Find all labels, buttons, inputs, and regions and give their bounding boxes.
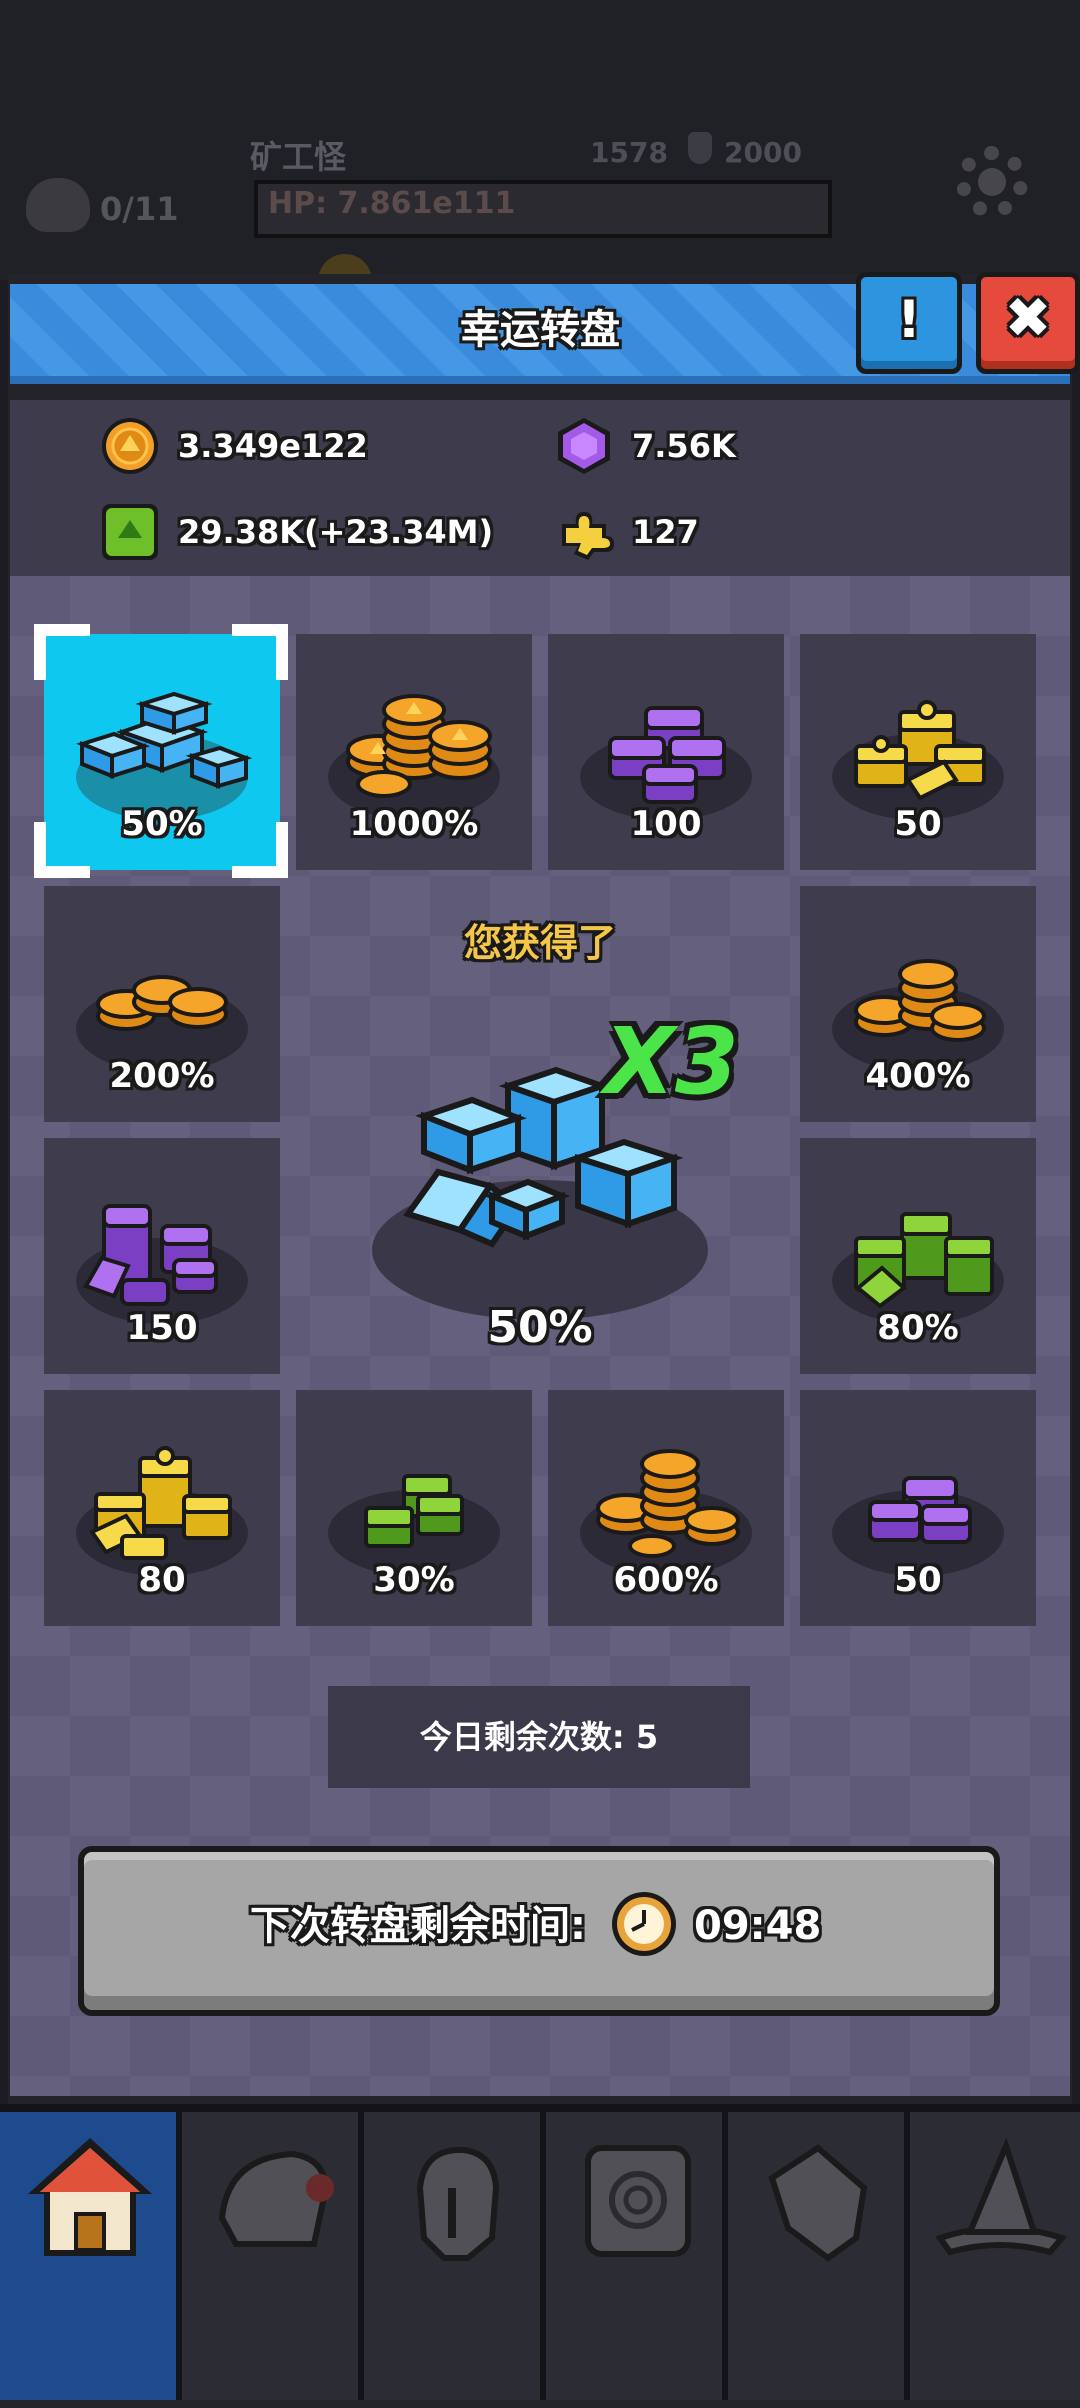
- scroll-icon: [585, 2145, 691, 2257]
- wheel-cell-1: 1000%: [296, 634, 532, 870]
- cell-label: 80: [138, 1560, 186, 1600]
- gold-coin-stack-icon: [854, 959, 986, 1042]
- nav-tab-armor[interactable]: [182, 2112, 364, 2400]
- wheel-cell-2: 100: [548, 634, 784, 870]
- exclamation-icon: !: [897, 290, 921, 350]
- green-value: 29.38K(+23.34M): [178, 513, 494, 551]
- kill-count: 0/11: [100, 190, 179, 228]
- hp-text: HP: 7.861e111: [268, 186, 516, 221]
- cell-label: 50: [894, 804, 942, 844]
- cell-label: 1000%: [349, 804, 479, 844]
- wheel-cell-6: 50: [800, 1390, 1036, 1626]
- yellow-puzzle-stack-icon: [854, 700, 986, 801]
- cell-label: 200%: [109, 1056, 215, 1096]
- close-icon: ✖: [1004, 286, 1052, 351]
- timer-value: 09:48: [694, 1903, 822, 1949]
- wheel-cell-7: 600%: [548, 1390, 784, 1626]
- reward-title: 您获得了: [463, 921, 616, 965]
- home-icon: [28, 2138, 152, 2256]
- gear-icon-center: [978, 168, 1006, 196]
- nav-tab-scroll[interactable]: [546, 2112, 728, 2400]
- green-cube-icon: [102, 504, 158, 560]
- stopwatch-icon: [612, 1892, 676, 1956]
- close-button[interactable]: ✖: [976, 272, 1080, 374]
- gold-coin-icon: [102, 418, 158, 474]
- level-value: 1578: [590, 136, 668, 169]
- gauntlet-icon: [768, 2144, 868, 2262]
- purple-gem-icon: [558, 418, 610, 474]
- selection-corner-tl: [34, 624, 90, 680]
- remaining-spins-label: 今日剩余次数: 5: [419, 1718, 659, 1756]
- wheel-cell-9: 80: [44, 1390, 280, 1626]
- reward-multiplier: X3: [604, 1008, 739, 1115]
- cell-label: 30%: [373, 1560, 455, 1600]
- max-level-value: 2000: [724, 136, 802, 169]
- purple-gem-stack-icon: [608, 706, 726, 804]
- helmet-icon: [416, 2146, 500, 2261]
- cell-label: 600%: [613, 1560, 719, 1600]
- wheel-cell-11: 200%: [44, 886, 280, 1122]
- resource-bar: [10, 400, 1070, 576]
- gold-coin-stack-icon: [596, 1449, 740, 1558]
- wheel-cell-3: 50: [800, 634, 1036, 870]
- gold-coin-stack-icon: [346, 694, 492, 798]
- cell-label: 100: [630, 804, 702, 844]
- cell-label: 50: [894, 1560, 942, 1600]
- purple-gem-stack-icon: [868, 1476, 972, 1544]
- info-button[interactable]: !: [856, 272, 962, 374]
- selection-corner-bl: [34, 822, 90, 878]
- green-cube-stack-icon: [364, 1474, 464, 1548]
- wheel-cell-8: 30%: [296, 1390, 532, 1626]
- selection-corner-br: [232, 822, 288, 878]
- monster-skull-icon: [26, 178, 90, 232]
- reward-amount: 50%: [487, 1302, 593, 1353]
- wheel-cell-5: 80%: [800, 1138, 1036, 1374]
- gold-value: 3.349e122: [178, 427, 368, 465]
- shoulder-armor-icon: [218, 2150, 334, 2247]
- green-cube-stack-icon: [854, 1212, 994, 1309]
- cell-label: 150: [126, 1308, 198, 1348]
- shield-icon: [688, 132, 712, 164]
- gem-value: 7.56K: [632, 427, 736, 465]
- gold-coin-stack-icon: [96, 975, 228, 1031]
- nav-tab-hat[interactable]: [910, 2112, 1080, 2400]
- timer-label: 下次转盘剩余时间:: [250, 1903, 586, 1949]
- cell-label: 400%: [865, 1056, 971, 1096]
- nav-tab-home[interactable]: [0, 2112, 182, 2400]
- puzzle-value: 127: [632, 513, 699, 551]
- wheel-cell-4: 400%: [800, 886, 1036, 1122]
- wheel-cell-10: 150: [44, 1138, 280, 1374]
- selection-corner-tr: [232, 624, 288, 680]
- nav-tab-gauntlet[interactable]: [728, 2112, 910, 2400]
- wizard-hat-icon: [935, 2137, 1068, 2256]
- yellow-puzzle-stack-icon: [88, 1446, 232, 1560]
- monster-name: 矿工怪: [250, 138, 347, 176]
- purple-gem-stack-icon: [83, 1204, 218, 1306]
- nav-tab-helmet[interactable]: [364, 2112, 546, 2400]
- puzzle-piece-icon: [562, 512, 614, 560]
- cell-label: 80%: [877, 1308, 959, 1348]
- game-header-background: [0, 0, 1080, 280]
